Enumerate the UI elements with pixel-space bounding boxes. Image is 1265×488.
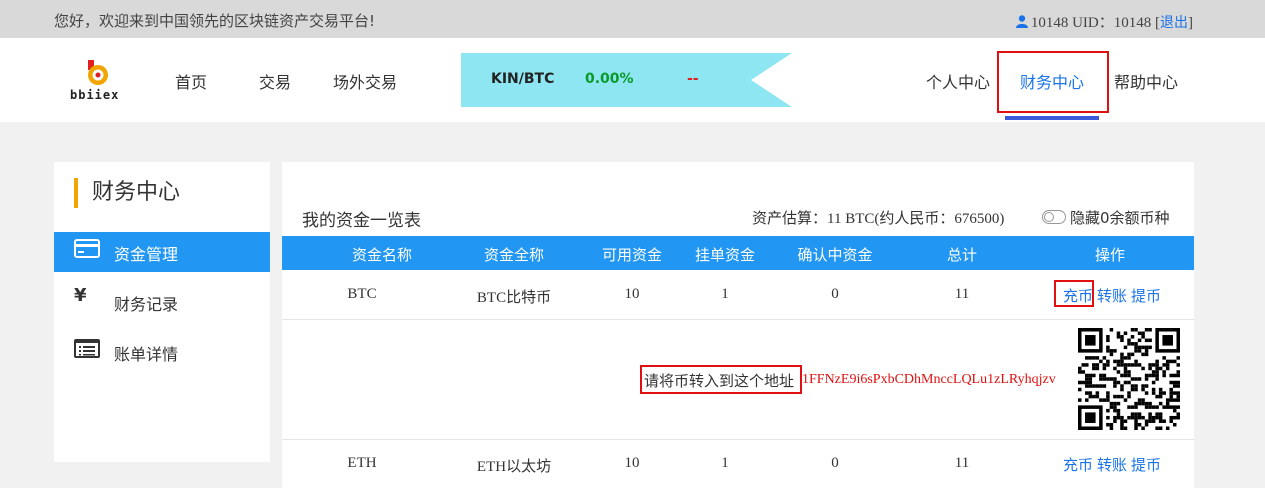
toggle-knob <box>1044 212 1054 222</box>
sidebar-title: 财务中心 <box>74 178 180 208</box>
hide-zero-toggle[interactable] <box>1042 210 1066 224</box>
prompt-highlight-box <box>640 365 802 394</box>
coin-fullname: ETH以太坊 <box>476 459 552 475</box>
finance-highlight-box <box>997 51 1109 113</box>
nav-personal-center[interactable]: 个人中心 <box>926 69 990 93</box>
order-amount: 1 <box>721 286 729 302</box>
table-row: ETH ETH以太坊 10 1 0 11 充币 转账 提币 <box>282 440 1194 488</box>
ticker-change: 0.00% <box>585 71 634 87</box>
user-icon <box>1015 15 1028 28</box>
logout-link[interactable]: 退出 <box>1160 15 1188 31</box>
total-amount: 11 <box>954 455 970 471</box>
sidebar-item-finance-records[interactable]: ¥ 财务记录 <box>54 282 270 322</box>
market-ticker[interactable]: KIN/BTC 0.00% -- <box>461 53 792 107</box>
nav-trade[interactable]: 交易 <box>259 69 291 93</box>
nav-active-indicator <box>1005 116 1099 120</box>
ticker-price: -- <box>687 71 699 87</box>
sidebar-item-label: 财务记录 <box>114 295 179 314</box>
user-info: 10148 UID：10148 [退出] <box>1015 11 1193 32</box>
yen-icon: ¥ <box>74 285 87 306</box>
coin-name: ETH <box>347 455 377 471</box>
order-amount: 1 <box>721 455 729 471</box>
deposit-address[interactable]: 1FFNzE9i6sPxbCDhMnccLQLu1zLRyhqjzv <box>802 372 1056 388</box>
page-title: 我的资金一览表 <box>302 211 421 231</box>
hide-zero-label: 隐藏0余额币种 <box>1070 209 1170 227</box>
sidebar-item-bill-details[interactable]: 账单详情 <box>54 332 270 372</box>
welcome-text: 您好，欢迎来到中国领先的区块链资产交易平台! <box>54 12 376 30</box>
sidebar-item-fund-management[interactable]: 资金管理 <box>54 232 270 272</box>
top-bar: 您好，欢迎来到中国领先的区块链资产交易平台! 10148 UID：10148 [… <box>0 0 1265 38</box>
column-header: 资金全称 <box>483 246 544 264</box>
deposit-highlight-box <box>1054 280 1094 307</box>
column-header: 操作 <box>1094 246 1125 264</box>
ticker-pair: KIN/BTC <box>491 71 555 87</box>
fund-panel: 我的资金一览表 资产估算：11 BTC(约人民币：676500) 隐藏0余额币种… <box>282 162 1194 488</box>
deposit-button[interactable]: 充币 <box>1063 456 1093 474</box>
asset-estimate-label: 资产估算： <box>752 209 828 227</box>
nav-otc[interactable]: 场外交易 <box>333 69 397 93</box>
confirming-amount: 0 <box>831 455 839 471</box>
deposit-address-panel: 请将币转入到这个地址 1FFNzE9i6sPxbCDhMnccLQLu1zLRy… <box>282 320 1194 440</box>
asset-estimate-value: 11 BTC(约人民币：676500) <box>827 211 1005 227</box>
sidebar: 财务中心 资金管理 ¥ 财务记录 账单详情 <box>54 162 270 462</box>
site-logo[interactable]: bbiiex <box>70 56 126 104</box>
row-actions: 充币 转账 提币 <box>1052 454 1172 475</box>
withdraw-button[interactable]: 提币 <box>1131 287 1161 305</box>
available-amount: 10 <box>624 286 640 302</box>
transfer-button[interactable]: 转账 <box>1097 287 1127 305</box>
deposit-qr-code-icon <box>1078 328 1180 430</box>
asset-estimate: 资产估算：11 BTC(约人民币：676500) <box>752 207 1004 228</box>
column-header: 资金名称 <box>351 246 412 264</box>
coin-name: BTC <box>347 286 377 302</box>
column-header: 总计 <box>946 246 977 264</box>
header: bbiiex 首页 交易 场外交易 KIN/BTC 0.00% -- 个人中心 … <box>0 38 1265 122</box>
sidebar-item-label: 资金管理 <box>114 245 179 264</box>
user-id: 10148 UID：10148 <box>1030 15 1152 31</box>
logo-text: bbiiex <box>70 88 120 102</box>
list-icon <box>74 339 100 358</box>
column-header: 挂单资金 <box>694 246 755 264</box>
table-row: BTC BTC比特币 10 1 0 11 充币 转账 提币 <box>282 270 1194 320</box>
logo-mark-icon <box>88 60 108 85</box>
withdraw-button[interactable]: 提币 <box>1131 456 1161 474</box>
table-header: 资金名称 资金全称 可用资金 挂单资金 确认中资金 总计 操作 <box>282 236 1194 270</box>
sidebar-item-label: 账单详情 <box>114 345 179 364</box>
column-header: 可用资金 <box>601 246 662 264</box>
nav-home[interactable]: 首页 <box>175 69 207 93</box>
coin-fullname: BTC比特币 <box>476 290 552 306</box>
column-header: 确认中资金 <box>797 246 873 264</box>
confirming-amount: 0 <box>831 286 839 302</box>
card-icon <box>74 239 100 258</box>
nav-help-center[interactable]: 帮助中心 <box>1114 69 1178 93</box>
transfer-button[interactable]: 转账 <box>1097 456 1127 474</box>
total-amount: 11 <box>954 286 970 302</box>
available-amount: 10 <box>624 455 640 471</box>
